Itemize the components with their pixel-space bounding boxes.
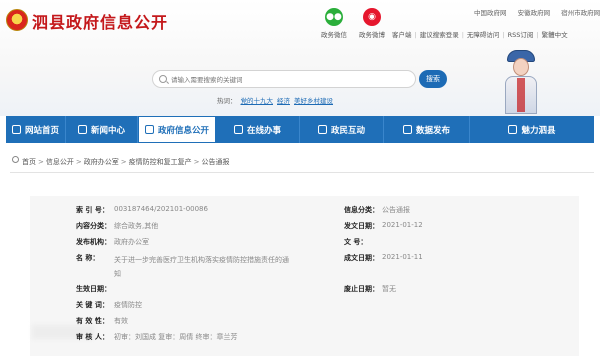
nav-item-online-service[interactable]: 在线办事 [216, 116, 300, 143]
breadcrumb-item[interactable]: 首页 [22, 158, 36, 166]
info-row-title: 名 称： 关于进一步完善医疗卫生机构落实疫情防控措施责任的通知 [30, 253, 310, 278]
info-label: 发布机构： [76, 238, 111, 246]
breadcrumb-separator: > [38, 158, 44, 166]
nav-label: 政府信息公开 [157, 125, 209, 136]
weibo-icon: ◉ [363, 8, 381, 26]
service-icon [233, 125, 243, 134]
search-button[interactable]: 搜索 [419, 70, 447, 88]
info-label: 内容分类： [76, 222, 111, 230]
document-info-panel: 索 引 号： 003187464/202101-00086 内容分类： 综合政务… [30, 196, 579, 356]
divider: | [502, 31, 505, 39]
divider: | [461, 31, 464, 39]
nav-label: 数据发布 [415, 125, 450, 136]
home-icon [11, 125, 21, 134]
hot-words-label: 热词： [217, 97, 237, 105]
nav-item-data[interactable]: 数据发布 [384, 116, 470, 143]
info-label: 文 号： [344, 238, 368, 246]
info-value: 初审：刘国成 复审：周倩 终审：章兰芳 [114, 333, 238, 341]
util-link-client[interactable]: 客户端 [392, 31, 412, 39]
hot-word[interactable]: 党的十九大 [241, 97, 274, 105]
top-links: 中国政府网 安徽政府网 宿州市政府网 [474, 7, 600, 17]
document-icon [144, 125, 154, 134]
info-label: 发文日期： [344, 222, 379, 230]
utility-links: 客户端 | 建议搜索登录 | 无障碍访问 | RSS订阅 | 繁體中文 [392, 29, 568, 39]
data-icon [402, 125, 412, 134]
weibo-link[interactable]: ◉ 政务微博 [352, 8, 392, 39]
nav-label: 政民互动 [330, 125, 365, 136]
nav-item-gov-info[interactable]: 政府信息公开 [138, 116, 216, 143]
main-nav: 网站首页 新闻中心 政府信息公开 在线办事 政民互动 数据发布 魅力泗县 [6, 116, 594, 143]
info-value: 公告通报 [382, 206, 410, 214]
nav-label: 魅力泗县 [521, 125, 556, 136]
weibo-label: 政务微博 [359, 31, 385, 39]
info-label: 名 称： [76, 254, 100, 262]
util-link-accessibility[interactable]: 无障碍访问 [467, 31, 500, 39]
search-box [152, 70, 416, 88]
info-label: 成文日期： [344, 254, 379, 262]
info-label: 关 键 词： [76, 301, 109, 309]
nav-label: 在线办事 [246, 125, 281, 136]
info-label: 有 效 性： [76, 317, 109, 325]
hot-words: 热词： 党的十九大 经济 美好乡村建设 [217, 95, 333, 105]
site-header: 泗县政府信息公开 ●● 政务微信 ◉ 政务微博 中国政府网 安徽政府网 宿州市政… [0, 0, 600, 116]
search-input[interactable] [171, 73, 401, 86]
breadcrumb-item[interactable]: 信息公开 [46, 158, 74, 166]
breadcrumb-item[interactable]: 政府办公室 [84, 158, 119, 166]
wechat-label: 政务微信 [321, 31, 347, 39]
site-title[interactable]: 泗县政府信息公开 [32, 9, 168, 33]
breadcrumb-separator: > [193, 158, 200, 166]
location-pin-icon [12, 156, 19, 165]
divider [10, 172, 594, 173]
interaction-icon [317, 125, 327, 134]
nav-item-news[interactable]: 新闻中心 [66, 116, 138, 143]
info-value: 2021-01-11 [382, 253, 423, 261]
info-value: 2021-01-12 [382, 221, 423, 229]
breadcrumb-separator: > [120, 158, 127, 166]
info-value: 关于进一步完善医疗卫生机构落实疫情防控措施责任的通知 [114, 256, 289, 278]
scenery-icon [508, 125, 518, 134]
divider: | [414, 31, 417, 39]
wechat-icon: ●● [325, 8, 343, 26]
nav-item-scenery[interactable]: 魅力泗县 [470, 116, 594, 143]
info-value: 综合政务,其他 [114, 222, 159, 230]
info-label: 索 引 号： [76, 206, 109, 214]
info-value: 有效 [114, 317, 128, 325]
info-label: 废止日期： [344, 285, 379, 293]
opera-figure-illustration [497, 48, 545, 114]
wechat-link[interactable]: ●● 政务微信 [314, 8, 354, 39]
nav-label: 网站首页 [24, 125, 59, 136]
info-label: 生效日期： [76, 285, 111, 293]
util-link-rss[interactable]: RSS订阅 [508, 31, 534, 39]
info-label: 审 核 人： [76, 333, 109, 341]
info-value: 政府办公室 [114, 238, 149, 246]
top-link-suzhou-gov[interactable]: 宿州市政府网 [561, 9, 600, 17]
info-value: 疫情防控 [114, 301, 142, 309]
breadcrumb-item[interactable]: 疫情防控和复工复产 [129, 158, 192, 166]
nav-item-interaction[interactable]: 政民互动 [300, 116, 384, 143]
news-icon [77, 125, 87, 134]
info-label: 信息分类： [344, 206, 379, 214]
top-link-anhui-gov[interactable]: 安徽政府网 [518, 9, 551, 17]
national-emblem-icon [6, 9, 28, 31]
hot-word[interactable]: 经济 [277, 97, 290, 105]
top-link-china-gov[interactable]: 中国政府网 [474, 9, 507, 17]
info-value: 003187464/202101-00086 [114, 205, 208, 213]
util-link-login[interactable]: 建议搜索登录 [420, 31, 459, 39]
breadcrumb-separator: > [75, 158, 82, 166]
util-link-traditional[interactable]: 繁體中文 [542, 31, 568, 39]
nav-item-home[interactable]: 网站首页 [6, 116, 66, 143]
info-value: 暂无 [382, 285, 396, 293]
breadcrumb-item[interactable]: 公告通报 [202, 158, 230, 166]
search-icon [159, 75, 167, 83]
hot-word[interactable]: 美好乡村建设 [294, 97, 333, 105]
divider: | [536, 31, 539, 39]
breadcrumb: 首页 > 信息公开 > 政府办公室 > 疫情防控和复工复产 > 公告通报 [12, 156, 230, 167]
nav-label: 新闻中心 [90, 125, 125, 136]
